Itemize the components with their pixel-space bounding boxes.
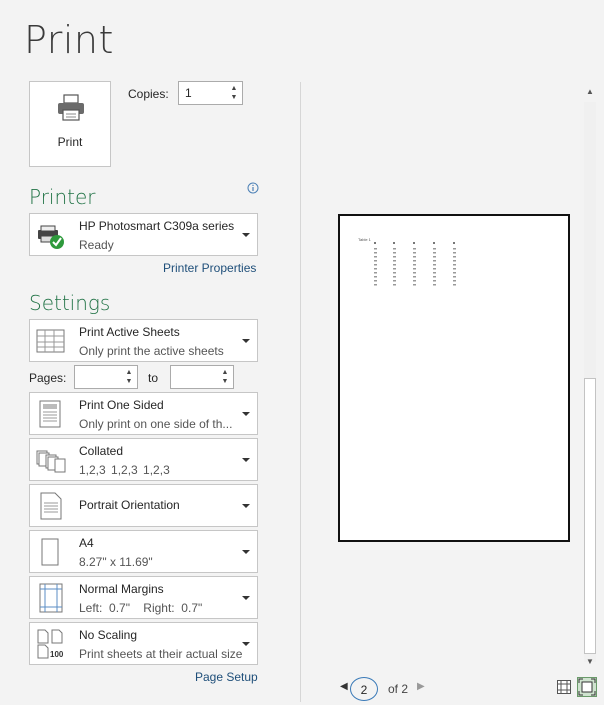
preview-sheet-title: Table 1 bbox=[358, 237, 372, 242]
sides-title: Print One Sided bbox=[79, 398, 164, 412]
pages-label: Pages: bbox=[29, 371, 67, 385]
paper-size-dropdown[interactable]: A4 8.27" x 11.69" bbox=[29, 530, 258, 573]
printer-icon bbox=[58, 94, 84, 121]
scaling-title: No Scaling bbox=[79, 628, 138, 642]
scaling-subtitle: Print sheets at their actual size bbox=[79, 647, 243, 661]
page-setup-link[interactable]: Page Setup bbox=[195, 670, 258, 684]
chevron-down-icon bbox=[242, 596, 250, 600]
orientation-title: Portrait Orientation bbox=[79, 498, 180, 512]
page-number-input[interactable]: 2 bbox=[350, 677, 378, 701]
spin-down-icon[interactable]: ▼ bbox=[229, 94, 239, 102]
next-page-icon[interactable]: ▶ bbox=[417, 681, 425, 692]
one-sided-icon bbox=[39, 400, 61, 428]
pages-from-input[interactable]: ▲ ▼ bbox=[74, 365, 138, 389]
paper-size-title: A4 bbox=[79, 536, 94, 550]
settings-heading: Settings bbox=[29, 291, 111, 315]
print-what-subtitle: Only print the active sheets bbox=[79, 344, 224, 358]
orientation-dropdown[interactable]: Portrait Orientation bbox=[29, 484, 258, 527]
collated-icon bbox=[36, 450, 66, 473]
margins-dropdown[interactable]: Normal Margins Left: 0.7" Right: 0.7" bbox=[29, 576, 258, 619]
collation-title: Collated bbox=[79, 444, 124, 458]
pages-to-input[interactable]: ▲ ▼ bbox=[170, 365, 234, 389]
margins-icon bbox=[39, 583, 63, 613]
current-page-value: 2 bbox=[360, 683, 368, 697]
page-count-label: of 2 bbox=[388, 682, 409, 696]
chevron-down-icon bbox=[242, 339, 250, 343]
print-preview-page: Table 1 bbox=[338, 214, 570, 542]
printer-properties-link[interactable]: Printer Properties bbox=[163, 261, 256, 275]
preview-sheet-content: Table 1 bbox=[358, 237, 456, 286]
scroll-up-icon[interactable]: ▲ bbox=[582, 84, 598, 100]
spin-up-icon[interactable]: ▲ bbox=[124, 369, 134, 377]
chevron-down-icon bbox=[242, 550, 250, 554]
paper-icon bbox=[41, 538, 59, 566]
chevron-down-icon bbox=[242, 412, 250, 416]
chevron-down-icon bbox=[242, 504, 250, 508]
paper-size-subtitle: 8.27" x 11.69" bbox=[79, 555, 153, 569]
spin-up-icon[interactable]: ▲ bbox=[229, 85, 239, 93]
spin-up-icon[interactable]: ▲ bbox=[220, 369, 230, 377]
sheet-grid-icon bbox=[36, 329, 65, 353]
show-margins-icon[interactable] bbox=[556, 679, 572, 695]
zoom-to-page-icon[interactable] bbox=[577, 677, 597, 697]
printer-dropdown[interactable]: HP Photosmart C309a series Ready bbox=[29, 213, 258, 256]
margins-subtitle: Left: 0.7" Right: 0.7" bbox=[79, 601, 203, 615]
scaling-dropdown[interactable]: 100 No Scaling Print sheets at their act… bbox=[29, 622, 258, 665]
collation-dropdown[interactable]: Collated 1,2,3 1,2,3 1,2,3 bbox=[29, 438, 258, 481]
spin-down-icon[interactable]: ▼ bbox=[220, 378, 230, 386]
spin-down-icon[interactable]: ▼ bbox=[124, 378, 134, 386]
printer-name: HP Photosmart C309a series bbox=[79, 219, 235, 233]
sides-subtitle: Only print on one side of th... bbox=[79, 417, 233, 431]
preview-scrollbar[interactable]: ▲ ▼ bbox=[582, 82, 598, 672]
pane-divider bbox=[300, 82, 301, 702]
print-what-title: Print Active Sheets bbox=[79, 325, 180, 339]
portrait-icon bbox=[40, 492, 62, 520]
copies-value: 1 bbox=[185, 86, 192, 100]
printer-ready-icon bbox=[38, 225, 64, 249]
to-label: to bbox=[148, 371, 159, 385]
no-scaling-icon: 100 bbox=[37, 629, 64, 659]
copies-label: Copies: bbox=[128, 87, 169, 101]
margins-title: Normal Margins bbox=[79, 582, 164, 596]
print-button-label: Print bbox=[57, 135, 83, 149]
prev-page-icon[interactable]: ◀ bbox=[340, 681, 348, 692]
copies-input[interactable]: 1 ▲ ▼ bbox=[178, 81, 243, 105]
collation-subtitle: 1,2,3 1,2,3 1,2,3 bbox=[79, 463, 170, 477]
print-button[interactable]: Print bbox=[29, 81, 111, 167]
svg-text:100: 100 bbox=[50, 650, 64, 659]
print-what-dropdown[interactable]: Print Active Sheets Only print the activ… bbox=[29, 319, 258, 362]
chevron-down-icon bbox=[242, 233, 250, 237]
printer-status: Ready bbox=[79, 238, 114, 252]
info-icon[interactable] bbox=[247, 182, 259, 194]
page-title: Print bbox=[24, 18, 114, 62]
scroll-thumb[interactable] bbox=[584, 378, 596, 654]
sides-dropdown[interactable]: Print One Sided Only print on one side o… bbox=[29, 392, 258, 435]
chevron-down-icon bbox=[242, 458, 250, 462]
scroll-down-icon[interactable]: ▼ bbox=[582, 654, 598, 670]
chevron-down-icon bbox=[242, 642, 250, 646]
printer-heading: Printer bbox=[29, 185, 96, 209]
